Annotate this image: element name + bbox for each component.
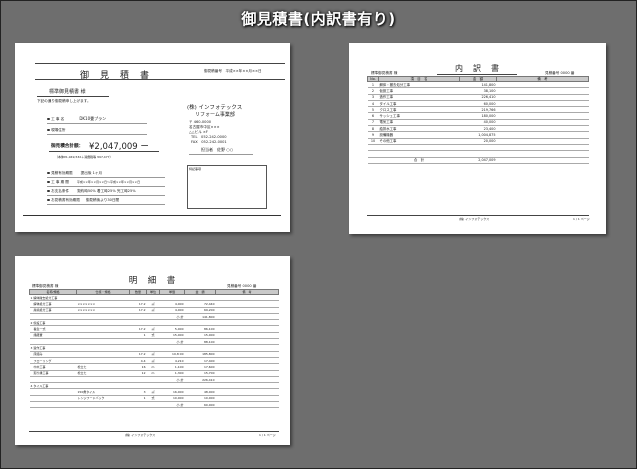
table-cell <box>215 401 279 409</box>
breakdown-page: 内 訳 書 標準御見積書 様 見積番号 0000 番 No. 項 目 名 金 額… <box>349 43 606 234</box>
table-cell <box>129 401 147 409</box>
estimate-number-date: 御見積番号 平成××年××月××日 <box>204 69 262 73</box>
table-cell: 小 計 <box>159 401 185 409</box>
breakdown-page-number: 1 / 1 ページ <box>573 217 590 221</box>
detail-table: 名称/規格 仕様・規格 数量 単位 単価 金 額 備 考 1 解体撤去処分工事 … <box>29 289 279 409</box>
bullet-icon <box>47 117 50 121</box>
address-line-3: △△ビル ×F <box>189 130 208 134</box>
company-name: (株) インフォテックス <box>187 105 243 111</box>
table-cell <box>146 401 160 409</box>
detail-client: 標準御見積書 様 <box>32 284 59 288</box>
total-label: 合 計 <box>378 157 460 164</box>
table-cell: 60,000 <box>184 401 216 409</box>
breakdown-footer: (株) インフォテックス <box>459 217 490 221</box>
table-cell <box>76 401 130 409</box>
detail-page: 明 細 書 標準御見積書 様 見積番号 0000 番 名称/規格 仕様・規格 数… <box>15 256 290 445</box>
tel-line: TEL 052-242-0000 <box>191 135 227 139</box>
condition-row: 工 事 期 間平成××年××月××日〜平成××年××月××日 <box>47 180 140 184</box>
breakdown-table: No. 項 目 名 金 額 備 考 1 解体・撤去処分工事 141,800 2 仮設工事… <box>367 76 589 164</box>
estimate-page: 御 見 積 書 御見積番号 平成××年××月××日 標準御見積書 様 下記の通り… <box>15 43 290 232</box>
total-value: 2,047,009 <box>459 157 497 164</box>
bullet-icon <box>47 128 50 132</box>
bullet-icon <box>47 171 50 175</box>
staff-line: 担当者 佐野 ○○ <box>201 147 234 152</box>
table-cell <box>29 401 77 409</box>
table-row: 小 計 60,000 <box>29 401 279 409</box>
condition-row: お支払条件 契約時50% 着工時25% 完工時25% <box>47 189 136 193</box>
screen-title: 御見積書(内訳書有り) <box>241 10 396 28</box>
tax-line: （本体¥1,949,532＋消費税等 ¥97,477） <box>55 155 113 159</box>
breakdown-number: 見積番号 0000 番 <box>545 71 575 75</box>
bullet-icon <box>47 198 50 202</box>
condition-row: お見積書有効期限 御見積後より30日間 <box>47 198 119 202</box>
remarks-label: 特記事項 <box>189 167 202 171</box>
remarks-box <box>187 165 267 209</box>
site-row: 現場住所 <box>47 128 65 132</box>
breakdown-client: 標準御見積書 様 <box>371 71 398 75</box>
detail-page-number: 1 / 1 ページ <box>259 433 276 437</box>
company-sub: リフォーム事業部 <box>195 112 235 118</box>
address-line-1: 〒 460-0000 <box>189 120 212 124</box>
condition-row: 見積有効期限 提出後 1ヶ月 <box>47 171 102 175</box>
estimate-client: 標準御見積書 様 <box>49 89 86 95</box>
bullet-icon <box>47 180 50 184</box>
total-label: 御見積合計額： <box>51 144 84 149</box>
fax-line: FAX 052-242-0001 <box>191 140 227 144</box>
bullet-icon <box>47 189 50 193</box>
table-total-row: 合 計 2,047,009 <box>367 157 589 164</box>
detail-number: 見積番号 0000 番 <box>227 284 257 288</box>
address-line-2: 名古屋市中区××× <box>189 125 220 129</box>
estimate-intro: 下記の通り御見積申し上げます。 <box>37 99 91 103</box>
work-name-value: DK10畳プラン <box>79 116 107 121</box>
work-name-row: 工 事 名 DK10畳プラン <box>47 117 106 121</box>
detail-footer: (株) インフォテックス <box>125 433 156 437</box>
